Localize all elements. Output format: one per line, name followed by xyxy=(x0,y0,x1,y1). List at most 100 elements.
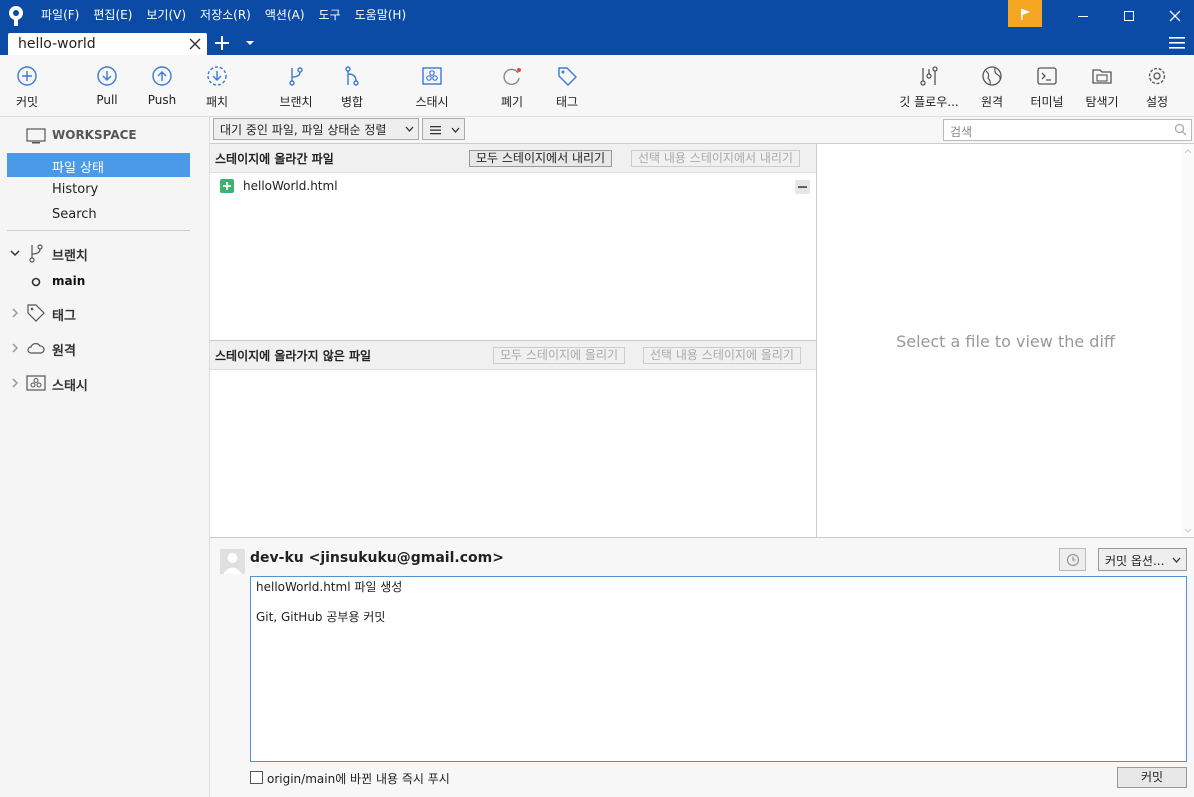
menu-file[interactable]: 파일(F) xyxy=(34,0,86,31)
sidebar-item-file-status[interactable]: 파일 상태 xyxy=(7,153,190,177)
branches-label: 브랜치 xyxy=(52,249,88,264)
staged-files-pane: 스테이지에 올라간 파일 모두 스테이지에서 내리기 선택 내용 스테이지에서 … xyxy=(210,143,817,340)
staged-file-row[interactable]: helloWorld.html xyxy=(210,175,816,197)
sidebar-item-label: Search xyxy=(52,207,97,222)
search-icon xyxy=(1174,123,1187,136)
list-view-icon xyxy=(430,126,441,135)
search-placeholder: 검색 xyxy=(950,125,973,139)
workspace-label: WORKSPACE xyxy=(52,128,137,142)
settings-button[interactable]: 설정 xyxy=(1132,55,1182,117)
diff-scrollbar[interactable] xyxy=(1182,144,1194,538)
terminal-button[interactable]: 터미널 xyxy=(1022,55,1072,117)
sidebar-item-label: History xyxy=(52,182,99,197)
sidebar-item-search[interactable]: Search xyxy=(7,203,190,227)
commit-tool-button[interactable]: 커밋 xyxy=(2,55,52,117)
menu-tools[interactable]: 도구 xyxy=(312,0,348,31)
menu-view[interactable]: 보기(V) xyxy=(139,0,193,31)
notification-flag-button[interactable] xyxy=(1008,0,1042,27)
commit-message-textarea[interactable]: helloWorld.html 파일 생성 Git, GitHub 공부용 커밋 xyxy=(250,576,1187,762)
discard-button[interactable]: 폐기 xyxy=(487,55,537,117)
fetch-label: 패치 xyxy=(205,95,229,109)
settings-label: 설정 xyxy=(1145,95,1169,109)
sidebar-item-history[interactable]: History xyxy=(7,178,190,202)
stash-label: 스태시 xyxy=(415,95,449,109)
unstage-all-button[interactable]: 모두 스테이지에서 내리기 xyxy=(469,150,613,167)
sidebar-tags-header[interactable]: 태그 xyxy=(0,300,210,326)
tab-hello-world[interactable]: hello-world xyxy=(8,33,207,55)
remote-label: 원격 xyxy=(980,95,1004,109)
unstaged-title: 스테이지에 올라가지 않은 파일 xyxy=(215,349,372,363)
gear-icon xyxy=(1148,67,1166,85)
new-tab-plus-icon[interactable] xyxy=(212,33,232,53)
remotes-label: 원격 xyxy=(52,344,76,359)
tab-close-icon[interactable] xyxy=(188,37,202,51)
sidebar-workspace-header: WORKSPACE xyxy=(0,123,210,149)
cloud-icon xyxy=(27,343,45,354)
tag-icon xyxy=(558,67,577,86)
close-icon xyxy=(1169,10,1181,21)
hamburger-menu-icon[interactable] xyxy=(1168,35,1186,51)
unstage-selected-button[interactable]: 선택 내용 스테이지에서 내리기 xyxy=(631,150,800,167)
chevron-down-icon xyxy=(10,250,20,257)
staged-file-name: helloWorld.html xyxy=(243,179,338,193)
commit-options-label: 커밋 옵션... xyxy=(1105,554,1165,568)
pull-button[interactable]: Pull xyxy=(82,55,132,117)
explorer-label: 탐색기 xyxy=(1085,95,1119,109)
git-flow-label: 깃 플로우... xyxy=(899,95,959,109)
commit-message-line: helloWorld.html 파일 생성 xyxy=(256,580,403,594)
tab-list-chevron-icon[interactable] xyxy=(243,37,257,49)
fetch-dashed-circle-icon xyxy=(207,66,227,86)
sidebar-divider xyxy=(7,230,190,231)
menu-help[interactable]: 도움말(H) xyxy=(348,0,414,31)
push-button[interactable]: Push xyxy=(137,55,187,117)
diff-pane: Select a file to view the diff xyxy=(817,143,1194,538)
menu-repository[interactable]: 저장소(R) xyxy=(193,0,258,31)
commit-options-dropdown[interactable]: 커밋 옵션... xyxy=(1098,548,1187,571)
push-label: Push xyxy=(147,93,177,107)
sidebar-branch-main[interactable]: main xyxy=(0,269,210,295)
commit-history-button[interactable] xyxy=(1059,548,1086,571)
chevron-right-icon xyxy=(12,308,19,318)
filter-bar: 대기 중인 파일, 파일 상태순 정렬 검색 xyxy=(210,117,1194,143)
diff-placeholder: Select a file to view the diff xyxy=(896,332,1115,351)
stage-selected-button[interactable]: 선택 내용 스테이지에 올리기 xyxy=(643,347,801,364)
push-immediately-checkbox[interactable] xyxy=(250,771,263,784)
sort-dropdown[interactable]: 대기 중인 파일, 파일 상태순 정렬 xyxy=(213,118,419,140)
commit-button[interactable]: 커밋 xyxy=(1117,767,1187,788)
sidebar-remotes-header[interactable]: 원격 xyxy=(0,335,210,361)
unstage-file-minus-icon[interactable] xyxy=(795,180,810,194)
stash-button[interactable]: 스태시 xyxy=(402,55,462,117)
staged-title: 스테이지에 올라간 파일 xyxy=(215,152,334,166)
sidebar: WORKSPACE 파일 상태 History Search 브랜치 main … xyxy=(0,117,210,797)
stash-box-icon xyxy=(422,67,442,85)
maximize-button[interactable] xyxy=(1106,0,1152,31)
fetch-button[interactable]: 패치 xyxy=(192,55,242,117)
close-window-button[interactable] xyxy=(1152,0,1194,31)
sidebar-branches-header[interactable]: 브랜치 xyxy=(0,240,210,266)
view-mode-dropdown[interactable] xyxy=(422,118,465,140)
chevron-down-icon xyxy=(405,126,414,132)
menu-edit[interactable]: 편집(E) xyxy=(86,0,139,31)
merge-button[interactable]: 병합 xyxy=(327,55,377,117)
explorer-button[interactable]: 탐색기 xyxy=(1077,55,1127,117)
minimize-button[interactable] xyxy=(1060,0,1106,31)
branch-button[interactable]: 브랜치 xyxy=(271,55,321,117)
git-flow-button[interactable]: 깃 플로우... xyxy=(893,55,965,117)
search-input[interactable]: 검색 xyxy=(943,119,1192,141)
chevron-down-icon xyxy=(1172,557,1181,563)
terminal-label: 터미널 xyxy=(1030,95,1064,109)
scroll-up-icon xyxy=(1184,149,1192,154)
sort-dropdown-value: 대기 중인 파일, 파일 상태순 정렬 xyxy=(220,123,387,137)
commit-tool-label: 커밋 xyxy=(15,95,39,109)
remote-button[interactable]: 원격 xyxy=(967,55,1017,117)
tag-icon xyxy=(27,304,45,322)
tag-button[interactable]: 태그 xyxy=(542,55,592,117)
sidebar-stashes-header[interactable]: 스태시 xyxy=(0,370,210,396)
commit-message-line xyxy=(256,595,1181,610)
menu-actions[interactable]: 액션(A) xyxy=(258,0,312,31)
stage-all-button[interactable]: 모두 스테이지에 올리기 xyxy=(493,347,626,364)
stash-box-icon xyxy=(26,375,46,391)
terminal-icon xyxy=(1037,67,1057,85)
folder-icon xyxy=(1092,69,1112,84)
sourcetree-logo-icon xyxy=(9,6,23,26)
